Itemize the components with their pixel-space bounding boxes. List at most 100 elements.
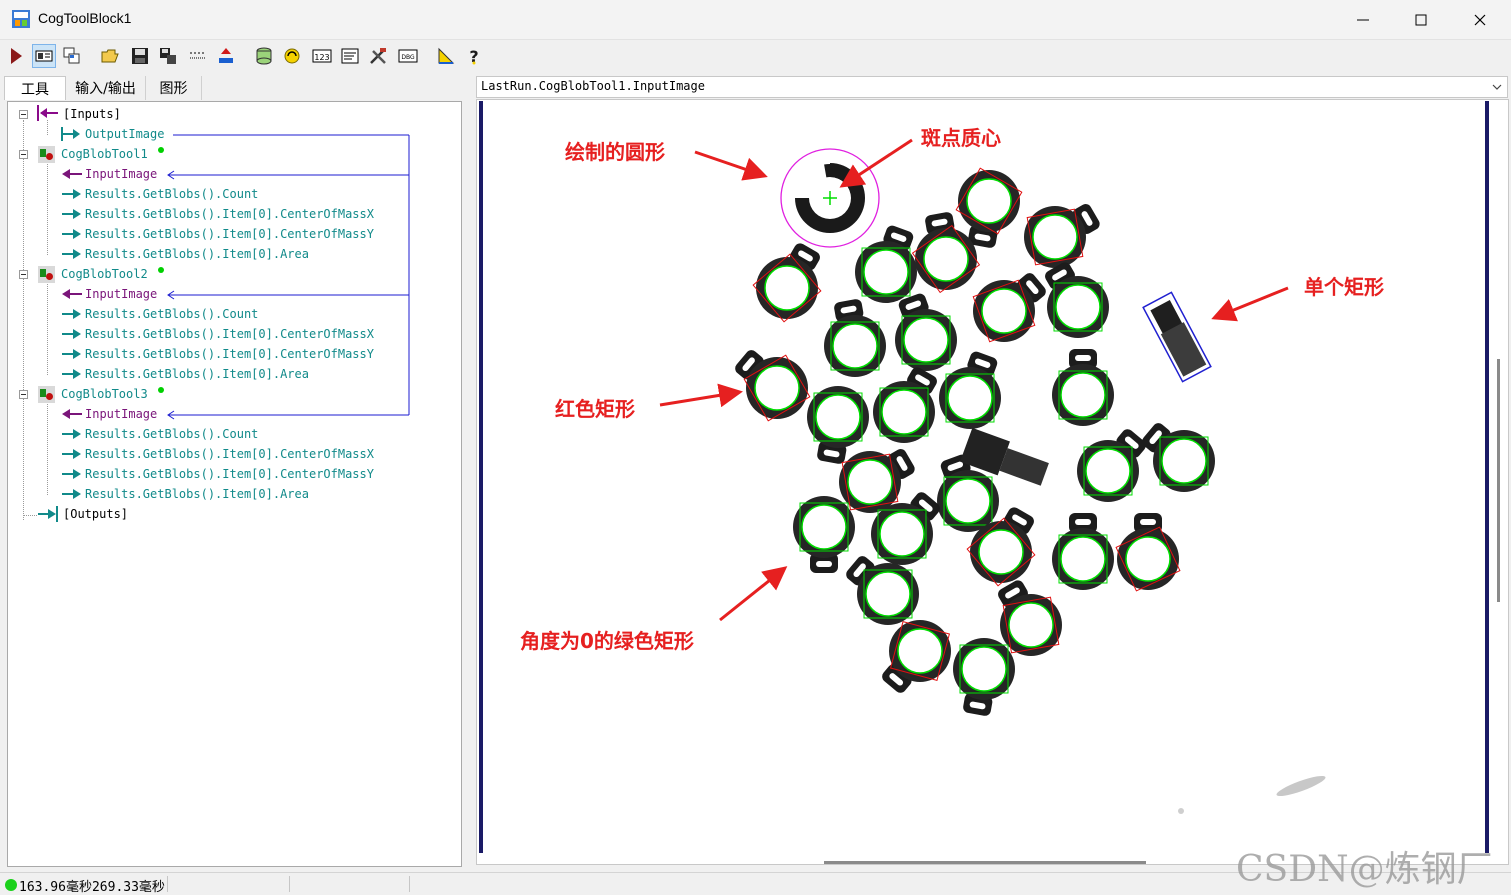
output-link-icon: [62, 229, 81, 239]
dotted-line-icon: [190, 52, 206, 59]
input-link-icon: [62, 289, 82, 299]
annotation-drawn-circle: 绘制的圆形: [565, 140, 665, 164]
input-link-icon: [62, 409, 82, 419]
blob-part: [1024, 204, 1100, 268]
help-icon: ?: [469, 47, 478, 66]
debug-icon: DBG: [398, 49, 418, 63]
maximize-icon: [1415, 14, 1427, 26]
watermark: CSDN@炼钢厂: [1236, 849, 1493, 890]
open-button[interactable]: [98, 44, 122, 68]
outputs-icon: [38, 506, 58, 522]
blob-part: [1052, 513, 1114, 590]
refresh-icon: [284, 48, 300, 64]
inputs-icon: [37, 105, 58, 121]
debug-button[interactable]: DBG: [396, 44, 420, 68]
annotation-single-rect: 单个矩形: [1304, 275, 1384, 299]
output-link-icon: [62, 349, 81, 359]
blob-part: [1115, 513, 1181, 592]
image-source-select[interactable]: LastRun.CogBlobTool1.InputImage: [476, 76, 1508, 98]
blob-tool-icon: [38, 146, 55, 163]
blob-part: [752, 243, 822, 323]
output-link-icon: [62, 449, 81, 459]
tab-tools[interactable]: 工具: [4, 76, 66, 100]
save-settings-button[interactable]: [156, 44, 180, 68]
edit-script-button[interactable]: [338, 44, 362, 68]
blob-part: [735, 350, 811, 422]
status-star-icon: [158, 387, 164, 393]
windows-button[interactable]: [60, 44, 84, 68]
blob-part: [895, 293, 957, 371]
output-link-icon: [62, 189, 81, 199]
blob-part: [882, 620, 951, 693]
title-bar: CogToolBlock1: [0, 0, 1511, 40]
tab-graphics[interactable]: 图形: [146, 76, 202, 100]
tool-tree: [Inputs] OutputImage CogBlobTool1 InputI…: [7, 101, 462, 867]
expander-inputs[interactable]: [19, 110, 28, 119]
blob-part: [839, 449, 915, 513]
image-display[interactable]: [476, 99, 1509, 865]
reset-button[interactable]: [214, 44, 238, 68]
save-button[interactable]: [128, 44, 152, 68]
tab-io[interactable]: 输入/输出: [66, 76, 146, 100]
cog-tool-block-window: CogToolBlock1 123 DBG ? 工具 输入/输出 图形 [Inp…: [0, 0, 1511, 895]
numeric-button[interactable]: 123: [310, 44, 334, 68]
output-link-icon: [62, 249, 81, 259]
horizontal-scrollbar[interactable]: [824, 861, 1146, 864]
measure-button[interactable]: [434, 44, 458, 68]
run-button[interactable]: [4, 44, 28, 68]
annotation-red-rect: 红色矩形: [555, 397, 635, 421]
windows-icon: [63, 47, 80, 64]
svg-text:123: 123: [314, 53, 329, 62]
annotation-green-rect: 角度为0的绿色矩形: [520, 629, 694, 653]
close-icon: [1474, 14, 1486, 26]
database-button[interactable]: [252, 44, 276, 68]
blob-part: [824, 299, 886, 377]
tools-icon: [370, 48, 386, 64]
blob-part: [793, 496, 855, 573]
blob-part: [939, 351, 1001, 429]
help-button[interactable]: ?: [462, 44, 486, 68]
expander-tool2[interactable]: [19, 270, 28, 279]
maximize-button[interactable]: [1392, 0, 1450, 40]
blob-part: [1045, 262, 1109, 338]
minimize-button[interactable]: [1334, 0, 1392, 40]
output-link-icon: [61, 127, 80, 141]
blob-part: [1077, 429, 1146, 502]
blob-part: [1142, 423, 1215, 492]
open-icon: [101, 49, 119, 63]
close-button[interactable]: [1451, 0, 1509, 40]
window-title: CogToolBlock1: [38, 10, 132, 26]
blob-tool-icon: [38, 266, 55, 283]
app-icon: [12, 10, 30, 28]
show-tool-button[interactable]: [32, 44, 56, 68]
single-rect: [1142, 291, 1212, 383]
show-tool-icon: [35, 50, 53, 62]
save-settings-icon: [160, 48, 176, 64]
status-indicator-icon: [5, 879, 17, 891]
minimize-icon: [1357, 19, 1369, 21]
edit-script-icon: [341, 48, 359, 64]
vertical-scrollbar[interactable]: [1497, 359, 1500, 602]
drawn-circle: [780, 148, 880, 248]
run-icon: [11, 48, 22, 64]
blob-image: [479, 101, 1489, 853]
dotted-line-button[interactable]: [186, 44, 210, 68]
reset-icon: [219, 48, 233, 63]
refresh-button[interactable]: [280, 44, 304, 68]
status-timing: 163.96毫秒269.33毫秒: [19, 880, 165, 895]
database-icon: [256, 47, 272, 65]
toolbar: 123 DBG ?: [0, 40, 1511, 72]
output-link-icon: [62, 369, 81, 379]
output-link-icon: [62, 329, 81, 339]
annotation-centroid: 斑点质心: [921, 126, 1001, 150]
blob-part: [972, 273, 1046, 343]
output-link-icon: [62, 209, 81, 219]
expander-tool3[interactable]: [19, 390, 28, 399]
tools-button[interactable]: [366, 44, 390, 68]
blob-part: [855, 225, 917, 303]
image-source-value: LastRun.CogBlobTool1.InputImage: [481, 79, 705, 93]
expander-tool1[interactable]: [19, 150, 28, 159]
svg-text:DBG: DBG: [401, 54, 415, 61]
status-star-icon: [158, 267, 164, 273]
output-link-icon: [62, 469, 81, 479]
